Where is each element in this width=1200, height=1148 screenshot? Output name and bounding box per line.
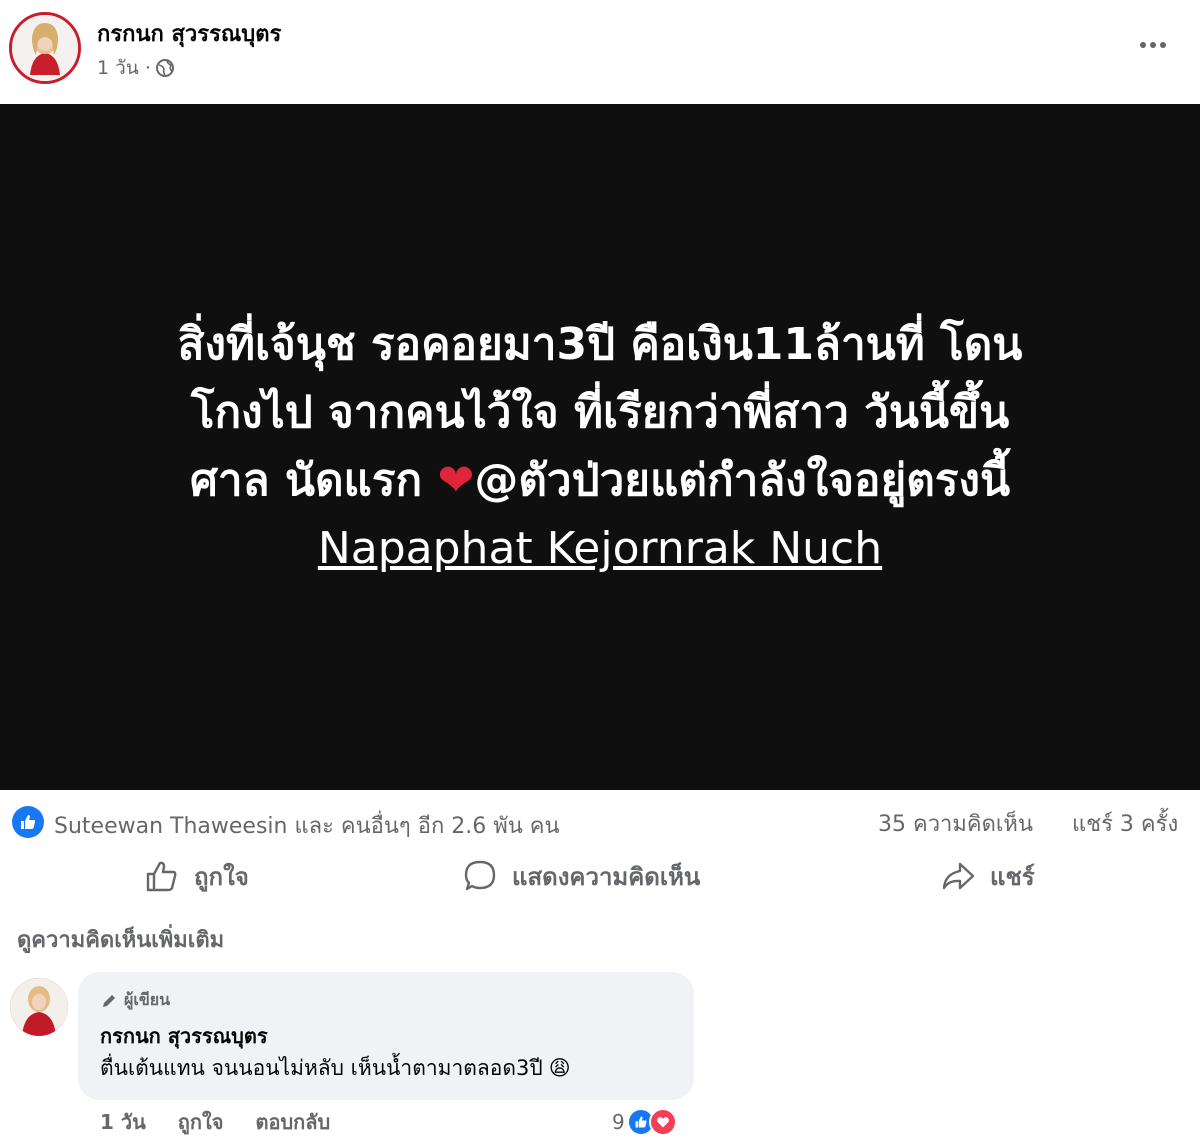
shares-count[interactable]: แชร์ 3 ครั้ง [1072, 806, 1178, 841]
post-meta: 1 วัน · [97, 53, 175, 83]
pencil-icon [103, 994, 115, 1007]
like-button[interactable]: ถูกใจ [144, 856, 249, 896]
like-label: ถูกใจ [194, 862, 249, 891]
more-options-icon[interactable] [1136, 28, 1170, 62]
author-badge: ผู้เขียน [100, 988, 170, 1013]
like-reaction-icon [12, 806, 44, 838]
author-avatar[interactable] [9, 12, 81, 84]
thumbs-up-icon [146, 861, 177, 892]
comment-footer: 1 วัน ถูกใจ ตอบกลับ [100, 1106, 330, 1138]
post-image-text: สิ่งที่เจ้นุช รอคอยมา3ปี คือเงิน11ล้านที… [60, 311, 1140, 583]
comment-text-body: ตื่นเต้นแทน จนนอนไม่หลับ เห็นน้ำตามาตลอด… [100, 1056, 543, 1080]
comment-button[interactable]: แสดงความคิดเห็น [462, 856, 700, 896]
view-more-comments-link[interactable]: ดูความคิดเห็นเพิ่มเติม [17, 922, 224, 957]
share-arrow-icon [942, 862, 975, 890]
comments-count[interactable]: 35 ความคิดเห็น [878, 806, 1033, 841]
comment-label: แสดงความคิดเห็น [512, 862, 701, 891]
comment-reply-button[interactable]: ตอบกลับ [255, 1106, 330, 1138]
comment-text: ตื่นเต้นแทน จนนอนไม่หลับ เห็นน้ำตามาตลอด… [100, 1052, 571, 1085]
post-image[interactable]: สิ่งที่เจ้นุช รอคอยมา3ปี คือเงิน11ล้านที… [0, 104, 1200, 790]
tired-face-emoji-icon: 😩 [548, 1056, 571, 1080]
post-header: กรกนก สุวรรณบุตร 1 วัน · [0, 0, 1200, 104]
commenter-name[interactable]: กรกนก สุวรรณบุตร [100, 1020, 268, 1052]
comment-bubble: ผู้เขียน กรกนก สุวรรณบุตร ตื่นเต้นแทน จน… [78, 972, 694, 1100]
commenter-avatar[interactable] [10, 978, 68, 1036]
author-badge-label: ผู้เขียน [124, 990, 171, 1009]
post-text-line: สิ่งที่เจ้นุช รอคอยมา3ปี คือเงิน11ล้านที… [177, 319, 1023, 370]
comment-time[interactable]: 1 วัน [100, 1106, 146, 1138]
comment-like-button[interactable]: ถูกใจ [178, 1106, 224, 1138]
likes-summary[interactable]: Suteewan Thaweesin และ คนอื่นๆ อีก 2.6 พ… [54, 808, 560, 843]
heart-emoji-icon: ❤ [437, 455, 475, 506]
post-text-segment: @ตัวป่วยแต่กำลังใจอยู่ตรงนี้ [474, 455, 1011, 506]
comment-bubble-icon [464, 860, 496, 891]
post-time[interactable]: 1 วัน · [97, 53, 151, 83]
author-name[interactable]: กรกนก สุวรรณบุตร [97, 16, 281, 51]
post-stats: Suteewan Thaweesin และ คนอื่นๆ อีก 2.6 พ… [0, 800, 1200, 844]
post-text-segment: ศาล นัดแรก [189, 455, 438, 506]
comment-reactions[interactable]: 9 [612, 1106, 677, 1138]
post-text-line: โกงไป จากคนไว้ใจ ที่เรียกว่าพี่สาว วันนี… [190, 387, 1010, 438]
reaction-count: 9 [612, 1110, 625, 1134]
post-text-line: ศาล นัดแรก ❤@ตัวป่วยแต่กำลังใจอยู่ตรงนี้ [60, 447, 1140, 515]
tagged-person-link[interactable]: Napaphat Kejornrak Nuch [60, 515, 1140, 583]
facebook-post: กรกนก สุวรรณบุตร 1 วัน · สิ่งที่เจ้นุช ร… [0, 0, 1200, 1148]
post-actions: ถูกใจ แสดงความคิดเห็น แชร์ [0, 848, 1200, 904]
globe-icon [155, 58, 175, 78]
share-label: แชร์ [990, 862, 1035, 891]
share-button[interactable]: แชร์ [940, 856, 1035, 896]
love-reaction-icon [648, 1108, 677, 1136]
